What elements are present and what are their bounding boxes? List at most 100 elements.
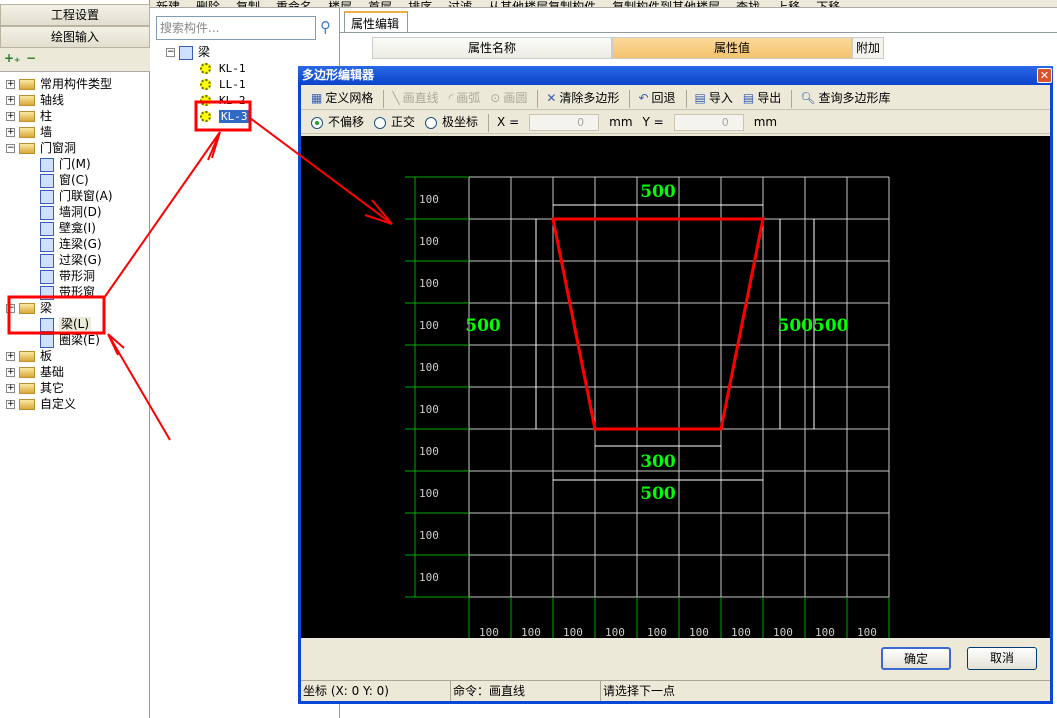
tree-item[interactable]: + 常用构件类型 xyxy=(6,76,112,92)
strip-hole-icon xyxy=(40,269,54,284)
toolbar-item[interactable]: 查找 xyxy=(736,0,760,7)
grid-button[interactable]: ▦ 定义网格 xyxy=(311,86,373,110)
line-button[interactable]: ╲ 画直线 xyxy=(392,86,438,110)
toolbar-item[interactable]: 排序 xyxy=(408,0,432,7)
tree-item-label: 柱 xyxy=(40,109,53,123)
tree-item[interactable]: + 自定义 xyxy=(6,396,76,412)
tree-item[interactable]: + 轴线 xyxy=(6,92,64,108)
tree-item-label: 门联窗(A) xyxy=(59,189,113,203)
dim-right: 500500 xyxy=(778,316,849,336)
collapse-icon[interactable]: − xyxy=(166,48,175,57)
collapse-icon[interactable]: − xyxy=(6,304,15,313)
mode-label: 不偏移 xyxy=(328,115,365,129)
polygon-canvas[interactable]: 100 100 100 100 100 100 100 100 100 100 100 100 100 1… xyxy=(301,136,1050,638)
tree-item[interactable]: − 门窗洞 xyxy=(6,140,76,156)
toolbar-item[interactable]: 下移 xyxy=(816,0,840,7)
tree-item[interactable]: 连梁(G) xyxy=(40,236,102,252)
component-item[interactable]: KL-2 xyxy=(200,92,246,108)
tree-toolbar: +₊ − xyxy=(0,48,150,72)
y-input[interactable]: 0 xyxy=(673,114,744,131)
toolbar-item[interactable]: 过滤 xyxy=(448,0,472,7)
column-property-value[interactable]: 属性值 xyxy=(612,37,852,59)
search-icon[interactable]: ⚲ xyxy=(320,18,331,36)
expand-all-icon[interactable]: +₊ xyxy=(4,51,20,65)
tree-item-label: 墙 xyxy=(40,125,53,139)
component-label: LL-1 xyxy=(219,78,246,91)
tree-item[interactable]: 圈梁(E) xyxy=(40,332,100,348)
toolbar-item[interactable]: 删除 xyxy=(196,0,220,7)
toolbar-label: 回退 xyxy=(651,91,676,105)
mode-radio[interactable]: 正交 xyxy=(374,110,415,134)
arc-button[interactable]: ◜ 画弧 xyxy=(449,86,481,110)
expand-icon[interactable]: + xyxy=(6,352,15,361)
ok-button[interactable]: 确定 xyxy=(881,647,951,670)
tree-item[interactable]: 带形洞 xyxy=(40,268,95,284)
collapse-icon[interactable]: − xyxy=(6,144,15,153)
import-button[interactable]: ▤ 导入 xyxy=(695,86,733,110)
toolbar-item[interactable]: 上移 xyxy=(776,0,800,7)
x-input[interactable]: 0 xyxy=(529,114,600,131)
collapse-all-icon[interactable]: − xyxy=(26,51,36,65)
tree-item[interactable]: 门(M) xyxy=(40,156,91,172)
toolbar-item[interactable]: 新建 xyxy=(156,0,180,7)
toolbar-item[interactable]: 重命名 xyxy=(276,0,312,7)
tree-item[interactable]: − 梁 xyxy=(6,300,52,316)
close-icon[interactable]: ✕ xyxy=(1037,68,1052,83)
tab-property-edit[interactable]: 属性编辑 xyxy=(344,11,408,32)
dim-left: 500 xyxy=(465,316,501,336)
drawing-canvas[interactable]: 100 100 100 100 100 100 100 100 100 100 100 100 100 1… xyxy=(301,136,1050,638)
expand-icon[interactable]: + xyxy=(6,128,15,137)
toolbar-item[interactable]: 复制构件到其他楼层 xyxy=(612,0,720,7)
component-item[interactable]: LL-1 xyxy=(200,76,246,92)
tree-root-beam[interactable]: − 梁 xyxy=(166,44,210,60)
col-spacing-label: 100 xyxy=(647,626,667,638)
toolbar-item[interactable]: 首层 xyxy=(368,0,392,7)
circle-button[interactable]: ⊙ 画圆 xyxy=(490,86,527,110)
toolbar-item[interactable]: 楼层 xyxy=(328,0,352,7)
dim-bottom-inner: 300 xyxy=(640,452,676,472)
column-extra[interactable]: 附加 xyxy=(852,37,884,59)
component-item[interactable]: KL-3 xyxy=(200,108,250,124)
col-spacing-label: 100 xyxy=(479,626,499,638)
clear-button[interactable]: ✕ 清除多边形 xyxy=(546,86,619,110)
tree-item[interactable]: + 其它 xyxy=(6,380,64,396)
expand-icon[interactable]: + xyxy=(6,80,15,89)
expand-icon[interactable]: + xyxy=(6,400,15,409)
expand-icon[interactable]: + xyxy=(6,368,15,377)
tree-item[interactable]: 梁(L) xyxy=(40,316,92,332)
search-input[interactable]: 搜索构件... xyxy=(156,16,316,40)
tree-item[interactable]: 窗(C) xyxy=(40,172,89,188)
tree-item[interactable]: + 柱 xyxy=(6,108,52,124)
col-spacing-label: 100 xyxy=(563,626,583,638)
expand-icon[interactable]: + xyxy=(6,112,15,121)
export-button[interactable]: ▤ 导出 xyxy=(743,86,781,110)
component-label: KL-2 xyxy=(219,94,246,107)
toolbar-item[interactable]: 从其他楼层复制构件 xyxy=(488,0,596,7)
tree-item[interactable]: 过梁(G) xyxy=(40,252,102,268)
mode-radio[interactable]: 极坐标 xyxy=(425,110,478,134)
mode-radio[interactable]: 不偏移 xyxy=(311,110,364,134)
tree-item[interactable]: 墙洞(D) xyxy=(40,204,102,220)
polygon-shape[interactable] xyxy=(551,217,765,431)
search-button[interactable]: 🔍︎ 查询多边形库 xyxy=(800,86,890,110)
tree-item[interactable]: 带形窗 xyxy=(40,284,95,300)
col-spacing-label: 100 xyxy=(689,626,709,638)
component-item[interactable]: KL-1 xyxy=(200,60,246,76)
tree-item[interactable]: 壁龛(I) xyxy=(40,220,96,236)
tree-item[interactable]: + 板 xyxy=(6,348,52,364)
tree-item[interactable]: + 墙 xyxy=(6,124,52,140)
component-tree: + 常用构件类型 + 轴线 + 柱 + 墙 − 门窗洞 门(M) 窗(C) 门联窗(A) 墙洞(D) 壁龛(… xyxy=(0,76,148,416)
expand-icon[interactable]: + xyxy=(6,96,15,105)
project-settings-button[interactable]: 工程设置 xyxy=(0,4,150,26)
drawing-input-button[interactable]: 绘图输入 xyxy=(0,26,150,48)
undo-button[interactable]: ↶ 回退 xyxy=(638,86,675,110)
expand-icon[interactable]: + xyxy=(6,384,15,393)
tree-item[interactable]: 门联窗(A) xyxy=(40,188,113,204)
folder-icon xyxy=(19,383,35,394)
status-coordinates: 坐标 (X: 0 Y: 0) xyxy=(301,681,451,701)
toolbar-item[interactable]: 复制 xyxy=(236,0,260,7)
tree-item[interactable]: + 基础 xyxy=(6,364,64,380)
left-panel: 工程设置 绘图输入 +₊ − + 常用构件类型 + 轴线 + 柱 + 墙 − 门窗洞 门(M) 窗(C… xyxy=(0,0,150,718)
cancel-button[interactable]: 取消 xyxy=(967,647,1037,670)
column-property-name[interactable]: 属性名称 xyxy=(372,37,612,59)
